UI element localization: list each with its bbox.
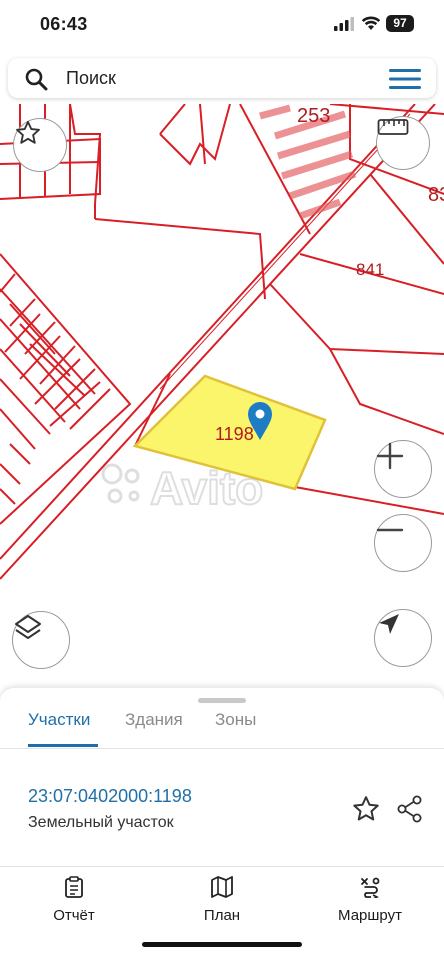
search-bar[interactable]: Поиск xyxy=(8,58,436,98)
zoom-in-button[interactable] xyxy=(374,440,432,498)
search-input[interactable]: Поиск xyxy=(66,68,116,89)
map-label-841: 841 xyxy=(356,260,384,279)
avito-watermark-logo: Avito xyxy=(101,461,264,515)
map-icon xyxy=(211,876,233,898)
ruler-icon xyxy=(377,119,409,135)
nav-report-label: Отчёт xyxy=(53,907,95,924)
cadastral-map[interactable]: Avito 253 841 83 1198 xyxy=(0,104,444,694)
plus-icon xyxy=(376,442,404,470)
nav-route[interactable]: Маршрут xyxy=(315,876,425,924)
tabs-divider xyxy=(0,748,444,749)
tab-zones[interactable]: Зоны xyxy=(215,710,256,730)
report-icon xyxy=(65,876,83,898)
menu-icon[interactable] xyxy=(389,68,421,90)
sheet-bottom-divider xyxy=(0,866,444,867)
route-icon xyxy=(361,877,380,900)
map-canvas[interactable]: Avito 253 841 83 1198 xyxy=(0,104,444,694)
parcel-info-sheet[interactable]: Участки Здания Зоны 23:07:0402000:1198 З… xyxy=(0,688,444,868)
parcel-number-label: 1198 xyxy=(215,424,254,444)
measure-button[interactable] xyxy=(376,116,430,170)
layers-button[interactable] xyxy=(12,611,70,669)
status-time: 06:43 xyxy=(40,14,88,34)
zoom-out-button[interactable] xyxy=(374,514,432,572)
nav-report[interactable]: Отчёт xyxy=(19,876,129,924)
share-icon[interactable] xyxy=(396,794,424,824)
tab-buildings[interactable]: Здания xyxy=(125,710,183,730)
svg-text:Avito: Avito xyxy=(150,462,263,514)
my-location-button[interactable] xyxy=(374,609,432,667)
nav-route-label: Маршрут xyxy=(338,907,402,924)
battery-indicator: 97 xyxy=(386,15,414,32)
map-label-253: 253 xyxy=(297,105,330,127)
star-outline-icon[interactable] xyxy=(351,794,381,824)
nav-plan[interactable]: План xyxy=(167,876,277,924)
sheet-grabber[interactable] xyxy=(198,698,246,703)
signal-icon xyxy=(334,17,354,31)
minus-icon xyxy=(376,528,404,532)
status-bar: 06:43 97 xyxy=(0,0,444,50)
star-outline-icon xyxy=(16,120,40,144)
cadastral-number-link[interactable]: 23:07:0402000:1198 xyxy=(28,786,192,807)
favorite-map-button[interactable] xyxy=(13,118,67,172)
search-icon[interactable] xyxy=(24,67,48,91)
navigation-arrow-icon xyxy=(379,614,399,634)
tab-parcels[interactable]: Участки xyxy=(28,710,90,730)
active-tab-indicator xyxy=(28,744,98,747)
wifi-icon xyxy=(361,16,381,30)
home-indicator[interactable] xyxy=(142,942,302,947)
parcel-type: Земельный участок xyxy=(28,814,174,831)
bottom-navigation: Отчёт План Маршрут xyxy=(0,868,444,960)
map-label-83: 83 xyxy=(428,184,444,206)
layers-icon xyxy=(15,615,41,639)
nav-plan-label: План xyxy=(203,907,241,924)
